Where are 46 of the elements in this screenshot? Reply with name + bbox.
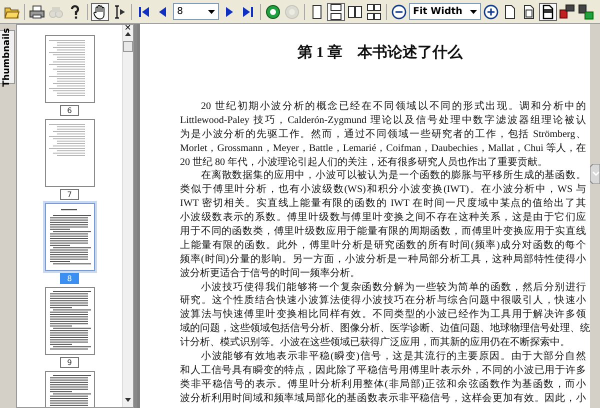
text-line: Littlewood-Paley 技巧，Calderón-Zygmund 理论以及信号处理中数字滤波器组理论被认 [180, 114, 586, 128]
page-thumbnail[interactable] [44, 287, 94, 355]
continuous-facing-icon[interactable] [365, 2, 383, 20]
scrollbar[interactable] [122, 25, 133, 407]
text-line: 计分析、模式识别等。小波在这些领域已获得广泛应用，而其新的应用仍在不断探索中。 [180, 336, 571, 350]
printer-icon[interactable] [28, 2, 46, 20]
text-line: 研究。这个性质结合快速小波算法使得小波技巧在分析与综合问题中很吸引人，快速小 [180, 294, 586, 308]
text-line: 小波技巧使得我们能够将一个复杂函数分解为一些较为简单的函数，然后分别进行 [200, 280, 586, 294]
text-line: 用于不同的函数类，傅里叶级数应用于能量有限的周期函数，而傅里叶变换应用于实直线 [180, 225, 586, 239]
page-thumbnail[interactable] [44, 35, 94, 103]
chapter-title: 第 1 章 本书论述了什么 [296, 44, 464, 63]
hand-icon[interactable] [91, 2, 109, 20]
fit-width-icon[interactable] [539, 2, 557, 20]
text-line: 和人工信号具有瞬变的特点，因此除了平稳信号用傅里叶表示外，不同的小波已用于许多 [180, 364, 586, 378]
caret-icon[interactable] [208, 10, 215, 14]
rotate-right-icon[interactable] [577, 2, 595, 20]
continuous-page-icon[interactable] [327, 2, 345, 20]
text-line: 20 世纪初期小波分析的概念已经在不同领域以不同的形式出现。调和分析中的 [200, 100, 586, 114]
zoom-out-icon[interactable] [390, 2, 408, 20]
text-line: 波分析更适合于信号的时间一频率分析。 [180, 266, 361, 281]
text-line: 频率(时间)分量的影响。另一方面，小波分析是一种局部分析工具，这种局部特性使得小 [180, 252, 586, 267]
scroll-up-icon[interactable] [124, 31, 132, 37]
zoom-in-icon[interactable] [482, 2, 500, 20]
text-line: 波分析利用时间域和频率域局部化的基函数表示非平稳信号，这样会更加有效。因此，小 [180, 392, 586, 406]
text-line: 波算法与快速傅里叶变换相比同样有效。不同类型的小波已经作为工具用于解决许多领 [180, 308, 586, 322]
caret-icon[interactable] [470, 10, 477, 14]
panel-tab-icon[interactable] [590, 164, 600, 184]
text-line: 在离散数据集的应用中，小波可以被认为是一个函数的膨胀与平移所生成的基函数。 [200, 169, 586, 184]
text-line: 为是小波分析的先驱工作。然而，通过不同领域一些研究者的工作，包括 Strömberg、 [180, 128, 586, 142]
page-thumbnail[interactable] [44, 119, 94, 187]
close-button[interactable]: × [124, 23, 131, 34]
back-icon[interactable] [264, 2, 282, 20]
text-line: 小波级数表示的系数。傅里叶级数与傅里叶变换之间不存在这种关系，这是由于它们应 [180, 211, 586, 226]
text-line: 类似于傅里叶分析，也有小波级数(WS)和积分小波变换(IWT)。在小波分析中，WS 与 [180, 183, 586, 198]
text-line: 类非平稳信号的表示。傅里叶分析利用整体(非局部)正弦和余弦函数作为基函数，而小 [180, 378, 586, 392]
rotate-left-icon[interactable] [558, 2, 576, 20]
text-line: 小波能够有效地表示非平稳(瞬变)信号，这是其流行的主要原因。由于大部分自然 [200, 350, 586, 364]
page-thumbnail[interactable] [44, 203, 94, 271]
text-line: IWT 密切相关。实直线上能量有限的函数的 IWT 在时间一尺度域中某点的值给出了其 [180, 197, 586, 212]
zoom-dropdown[interactable]: Fit Width [409, 3, 481, 20]
text-line: 20 世纪 80 年代，小波理论引起人们的关注，还有很多研究人员也作出了重要贡献。 [180, 156, 548, 170]
scroll-thumb[interactable] [123, 41, 133, 52]
text-line: Morlet，Grossmann，Meyer，Battle，Lemarié，Coifman，Daubechies，Mallat，Chui 等人，在 [180, 142, 586, 156]
text-line: 上能量有限的函数。此外，傅里叶分析是研究函数的所有时间(频率)成分对函数的每个 [180, 238, 586, 253]
scroll-down-icon[interactable] [124, 397, 132, 403]
page-number-field[interactable]: 8 [173, 3, 219, 20]
